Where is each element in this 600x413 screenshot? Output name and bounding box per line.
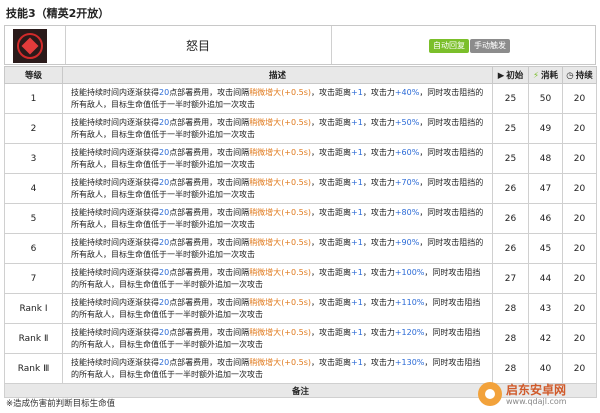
description-cell: 技能持续时间内逐渐获得20点部署费用，攻击间隔稍微增大(+0.5s)，攻击距离+… xyxy=(62,143,493,174)
description-cell: 技能持续时间内逐渐获得20点部署费用，攻击间隔稍微增大(+0.5s)，攻击距离+… xyxy=(62,83,493,114)
col-level-header: 等级 xyxy=(4,66,63,84)
table-row: 4 技能持续时间内逐渐获得20点部署费用，攻击间隔稍微增大(+0.5s)，攻击距离… xyxy=(4,173,597,204)
level-cell: 5 xyxy=(4,203,63,234)
col-desc-header: 描述 xyxy=(62,66,493,84)
table-row: 6 技能持续时间内逐渐获得20点部署费用，攻击间隔稍微增大(+0.5s)，攻击距离… xyxy=(4,233,597,264)
level-cell: Rank Ⅱ xyxy=(4,323,63,354)
table-row: 5 技能持续时间内逐渐获得20点部署费用，攻击间隔稍微增大(+0.5s)，攻击距离… xyxy=(4,203,597,234)
sp-cost-cell: 40 xyxy=(528,353,563,384)
table-row: Rank Ⅲ 技能持续时间内逐渐获得20点部署费用，攻击间隔稍微增大(+0.5s)… xyxy=(4,353,597,384)
description-cell: 技能持续时间内逐渐获得20点部署费用，攻击间隔稍微增大(+0.5s)，攻击距离+… xyxy=(62,353,493,384)
skill-icon xyxy=(13,29,47,63)
level-cell: Rank Ⅲ xyxy=(4,353,63,384)
sp-cost-cell: 48 xyxy=(528,143,563,174)
sp-cost-cell: 43 xyxy=(528,293,563,324)
sp-recovery-badge: 自动回复 xyxy=(429,39,469,53)
col-cost-header: ⚡ 消耗 xyxy=(528,66,563,84)
watermark: 启东安卓网 www.qdajl.com xyxy=(478,380,596,410)
description-cell: 技能持续时间内逐渐获得20点部署费用，攻击间隔稍微增大(+0.5s)，攻击距离+… xyxy=(62,293,493,324)
sp-cost-cell: 42 xyxy=(528,323,563,354)
level-cell: 7 xyxy=(4,263,63,294)
duration-cell: 20 xyxy=(562,113,597,144)
level-cell: 3 xyxy=(4,143,63,174)
table-row: Rank Ⅱ 技能持续时间内逐渐获得20点部署费用，攻击间隔稍微增大(+0.5s)… xyxy=(4,323,597,354)
init-sp-cell: 27 xyxy=(492,263,529,294)
init-sp-cell: 26 xyxy=(492,203,529,234)
sp-cost-cell: 47 xyxy=(528,173,563,204)
lightning-icon: ⚡ xyxy=(533,71,539,81)
description-cell: 技能持续时间内逐渐获得20点部署费用，攻击间隔稍微增大(+0.5s)，攻击距离+… xyxy=(62,323,493,354)
skill-header: 怒目 自动回复 手动触发 xyxy=(4,25,596,65)
duration-cell: 20 xyxy=(562,143,597,174)
play-icon: ▶ xyxy=(497,71,505,81)
skill-name: 怒目 xyxy=(185,39,210,53)
sp-cost-cell: 46 xyxy=(528,203,563,234)
table-row: 3 技能持续时间内逐渐获得20点部署费用，攻击间隔稍微增大(+0.5s)，攻击距离… xyxy=(4,143,597,174)
clock-icon: ◷ xyxy=(566,71,574,81)
page-title: 技能3（精英2开放） xyxy=(6,7,110,20)
watermark-logo-icon xyxy=(478,382,502,406)
description-cell: 技能持续时间内逐渐获得20点部署费用，攻击间隔稍微增大(+0.5s)，攻击距离+… xyxy=(62,203,493,234)
init-sp-cell: 28 xyxy=(492,353,529,384)
description-cell: 技能持续时间内逐渐获得20点部署费用，攻击间隔稍微增大(+0.5s)，攻击距离+… xyxy=(62,113,493,144)
init-sp-cell: 26 xyxy=(492,233,529,264)
sp-cost-cell: 49 xyxy=(528,113,563,144)
sp-cost-cell: 44 xyxy=(528,263,563,294)
init-sp-cell: 25 xyxy=(492,83,529,114)
watermark-url: www.qdajl.com xyxy=(506,397,567,406)
init-sp-cell: 25 xyxy=(492,113,529,144)
table-row: 2 技能持续时间内逐渐获得20点部署费用，攻击间隔稍微增大(+0.5s)，攻击距离… xyxy=(4,113,597,144)
table-row: Rank Ⅰ 技能持续时间内逐渐获得20点部署费用，攻击间隔稍微增大(+0.5s)… xyxy=(4,293,597,324)
col-duration-header: ◷ 持续 xyxy=(562,66,597,84)
description-cell: 技能持续时间内逐渐获得20点部署费用，攻击间隔稍微增大(+0.5s)，攻击距离+… xyxy=(62,263,493,294)
level-cell: 4 xyxy=(4,173,63,204)
init-sp-cell: 28 xyxy=(492,323,529,354)
note-text: ※造成伤害前判断目标生命值 xyxy=(6,399,116,409)
duration-cell: 20 xyxy=(562,293,597,324)
init-sp-cell: 25 xyxy=(492,143,529,174)
table-row: 1 技能持续时间内逐渐获得20点部署费用，攻击间隔稍微增大(+0.5s)，攻击距离… xyxy=(4,83,597,114)
level-cell: 1 xyxy=(4,83,63,114)
skill-level-table: 等级 描述 ▶ 初始 ⚡ 消耗 ◷ 持续 1 技能持续时间内逐渐获得20点部署费用，攻击… xyxy=(4,66,597,398)
duration-cell: 20 xyxy=(562,323,597,354)
duration-cell: 20 xyxy=(562,203,597,234)
sp-cost-cell: 50 xyxy=(528,83,563,114)
trigger-type-badge: 手动触发 xyxy=(470,39,510,53)
description-cell: 技能持续时间内逐渐获得20点部署费用，攻击间隔稍微增大(+0.5s)，攻击距离+… xyxy=(62,173,493,204)
duration-cell: 20 xyxy=(562,173,597,204)
watermark-title: 启东安卓网 xyxy=(506,383,567,397)
duration-cell: 20 xyxy=(562,83,597,114)
init-sp-cell: 26 xyxy=(492,173,529,204)
sp-cost-cell: 45 xyxy=(528,233,563,264)
duration-cell: 20 xyxy=(562,353,597,384)
level-cell: 6 xyxy=(4,233,63,264)
level-cell: Rank Ⅰ xyxy=(4,293,63,324)
col-init-header: ▶ 初始 xyxy=(492,66,529,84)
table-row: 7 技能持续时间内逐渐获得20点部署费用，攻击间隔稍微增大(+0.5s)，攻击距离… xyxy=(4,263,597,294)
level-cell: 2 xyxy=(4,113,63,144)
duration-cell: 20 xyxy=(562,263,597,294)
description-cell: 技能持续时间内逐渐获得20点部署费用，攻击间隔稍微增大(+0.5s)，攻击距离+… xyxy=(62,233,493,264)
init-sp-cell: 28 xyxy=(492,293,529,324)
duration-cell: 20 xyxy=(562,233,597,264)
